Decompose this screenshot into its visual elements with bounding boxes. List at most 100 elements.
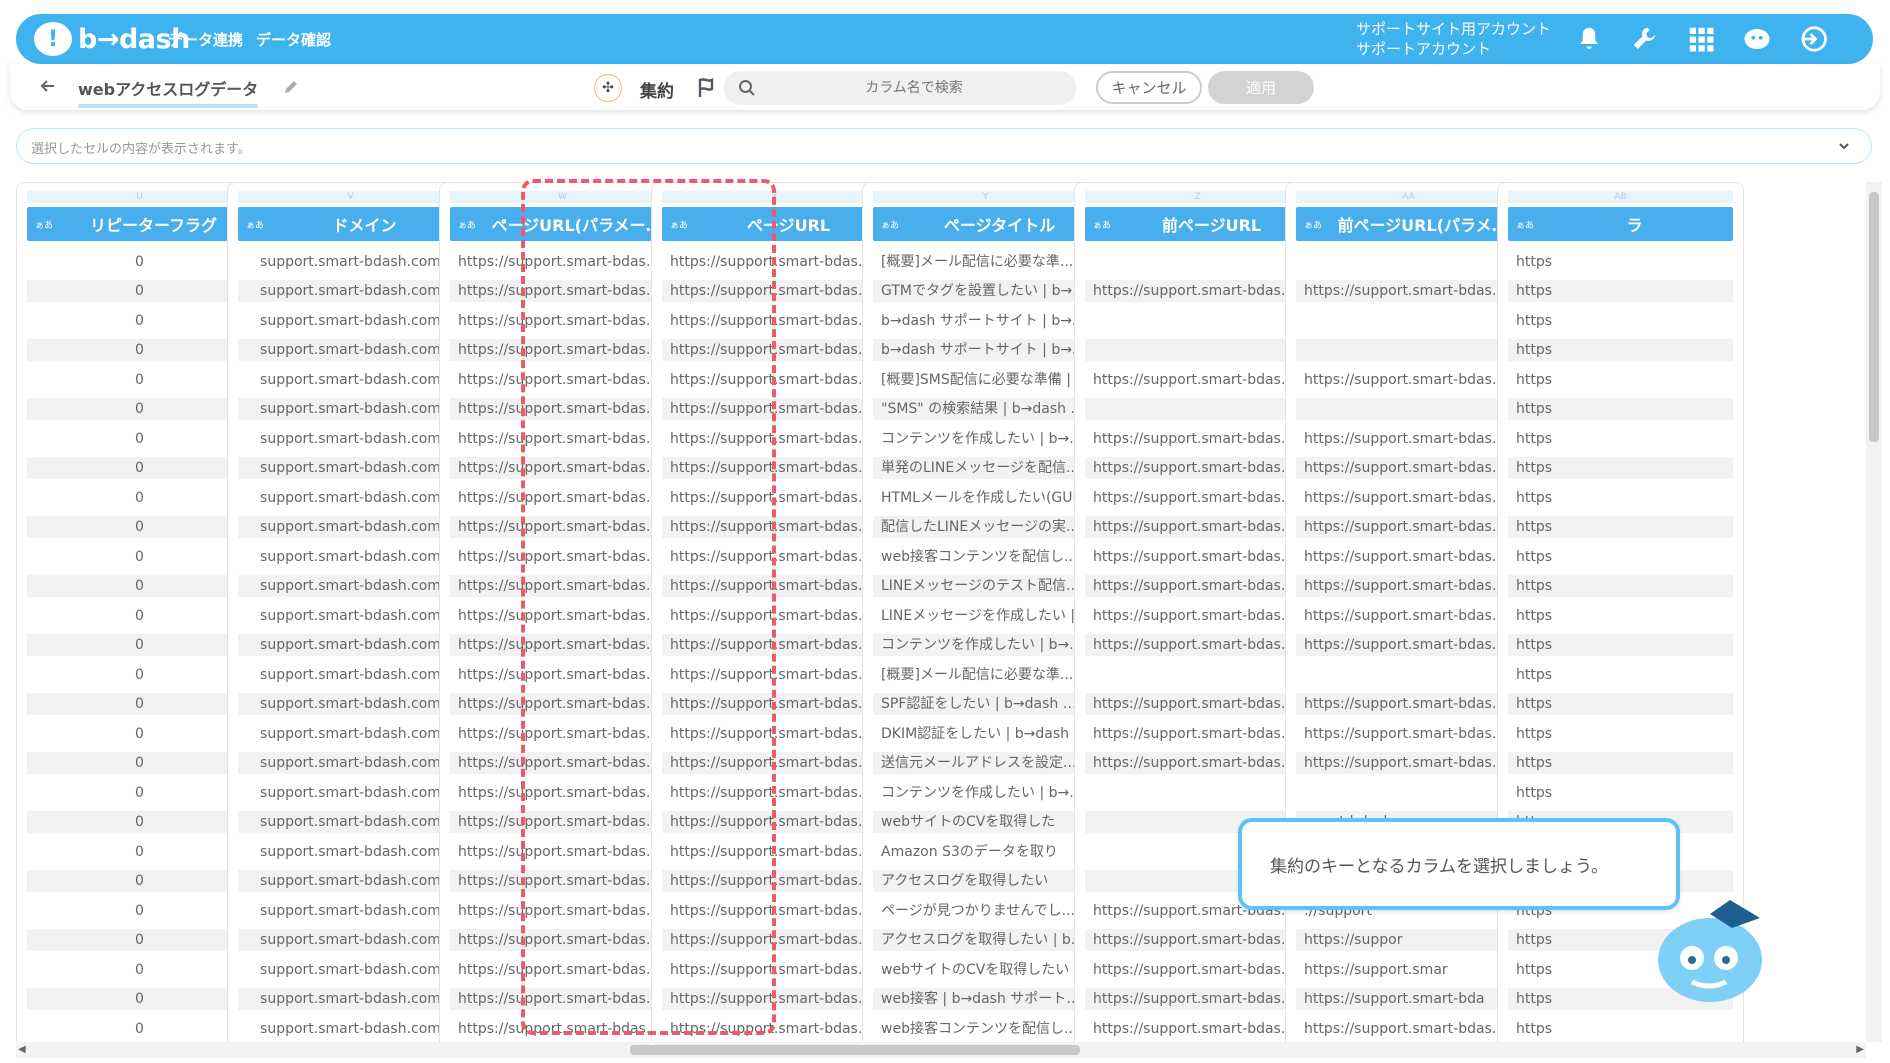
table-cell[interactable]: https://support.smart-bdash... [1085, 719, 1310, 749]
nav-data-check[interactable]: データ確認 [256, 29, 331, 50]
table-cell[interactable]: 0 [27, 1014, 252, 1042]
column-u[interactable]: U ぁあ リピーターフラグ 0 0 0 0 0 0 0 0 0 0 0 0 0 0 0 0 0 0 0 0 0 0 0 0 0 0 0 [16, 182, 263, 1042]
table-cell[interactable]: https://support.smart-bdash... [450, 336, 675, 366]
table-cell[interactable]: https://support.smart-bdash... [1085, 690, 1310, 720]
column-v[interactable]: V ぁあ ドメイン support.smart-bdash.com support.sm… [227, 182, 474, 1042]
table-cell[interactable] [1085, 395, 1310, 425]
table-cell[interactable]: 0 [27, 454, 252, 484]
search-input[interactable] [764, 71, 1064, 105]
column-aa[interactable]: AA ぁあ 前ページURL(パラメ… https://support.smart-bd… [1285, 182, 1532, 1042]
table-cell[interactable]: https://support.smart-bdash... [1296, 365, 1521, 395]
column-w[interactable]: W ぁあ ページURL(パラメー… https://support.smart-bda… [439, 182, 686, 1042]
table-cell[interactable]: 0 [27, 778, 252, 808]
table-cell[interactable]: 0 [27, 749, 252, 779]
vertical-scroll-thumb[interactable] [1869, 192, 1879, 442]
table-cell[interactable]: https://support.smart-bdash... [1296, 483, 1521, 513]
table-cell[interactable]: https://support.smart-bdash... [1296, 719, 1521, 749]
table-cell[interactable]: support.smart-bdash.com [238, 454, 463, 484]
table-cell[interactable]: https://support.smart-bdash... [450, 365, 675, 395]
table-cell[interactable]: https://support.smart-bdash... [1296, 572, 1521, 602]
table-cell[interactable] [1296, 247, 1521, 277]
table-cell[interactable]: https://support.smart-bdash... [450, 896, 675, 926]
table-cell[interactable]: https://support.smart-bdash... [662, 601, 887, 631]
table-cell[interactable]: https://support.smart-bdash... [1296, 277, 1521, 307]
table-cell[interactable]: https://support.smart-bdash... [662, 867, 887, 897]
table-cell[interactable]: コンテンツを作成したい | b→... [873, 778, 1098, 808]
table-cell[interactable]: https://support.smart-bdash... [662, 690, 887, 720]
table-cell[interactable]: アクセスログを取得したい [873, 867, 1098, 897]
table-cell[interactable]: webサイトのCVを取得した [873, 808, 1098, 838]
table-cell[interactable]: https://support.smart-bdash... [450, 778, 675, 808]
table-cell[interactable]: 配信したLINEメッセージの実... [873, 513, 1098, 543]
pencil-icon[interactable] [282, 78, 300, 96]
table-cell[interactable]: https [1508, 719, 1733, 749]
table-cell[interactable]: https://support.smart-bdash... [450, 454, 675, 484]
table-cell[interactable]: https://support.smart-bdash... [450, 601, 675, 631]
table-cell[interactable]: 0 [27, 631, 252, 661]
table-cell[interactable]: web接客コンテンツを配信し... [873, 1014, 1098, 1042]
table-cell[interactable]: 0 [27, 306, 252, 336]
table-cell[interactable]: https://support.smart-bdash... [662, 572, 887, 602]
table-cell[interactable]: https://support.smart-bdash... [450, 631, 675, 661]
logo[interactable]: ! b→dash [34, 22, 190, 56]
table-cell[interactable]: https [1508, 749, 1733, 779]
table-cell[interactable]: 0 [27, 601, 252, 631]
column-letter[interactable]: U [27, 191, 252, 203]
table-cell[interactable]: https://support.smart-bdash... [662, 306, 887, 336]
table-cell[interactable]: https://support.smart-bdash... [662, 749, 887, 779]
table-cell[interactable]: 0 [27, 690, 252, 720]
table-cell[interactable]: https://support.smart-bdash... [662, 719, 887, 749]
table-cell[interactable] [1085, 778, 1310, 808]
table-cell[interactable]: support.smart-bdash.com [238, 572, 463, 602]
table-cell[interactable]: https://support.smart-bdash... [662, 837, 887, 867]
column-header[interactable]: ぁあ 前ページURL [1085, 207, 1310, 241]
column-letter[interactable]: V [238, 191, 463, 203]
table-cell[interactable]: https://support.smart-bdash... [1296, 513, 1521, 543]
table-cell[interactable]: https://support.smart-bdash... [450, 424, 675, 454]
table-cell[interactable] [1085, 660, 1310, 690]
table-cell[interactable]: https://support.smart-bdash... [450, 306, 675, 336]
table-cell[interactable]: 0 [27, 660, 252, 690]
table-cell[interactable]: support.smart-bdash.com [238, 749, 463, 779]
table-cell[interactable]: https://support.smart-bdash... [662, 896, 887, 926]
table-cell[interactable]: https://support.smart-bdash... [662, 513, 887, 543]
column-header[interactable]: ぁあ ドメイン [238, 207, 463, 241]
table-cell[interactable]: https://support.smart-bdash... [450, 395, 675, 425]
table-cell[interactable]: https [1508, 336, 1733, 366]
column-header[interactable]: ぁあ リピーターフラグ [27, 207, 252, 241]
table-cell[interactable]: https://suppor [1296, 926, 1521, 956]
table-cell[interactable]: https [1508, 424, 1733, 454]
table-cell[interactable]: support.smart-bdash.com [238, 631, 463, 661]
table-cell[interactable]: LINEメッセージを作成したい |... [873, 601, 1098, 631]
table-cell[interactable]: https://support.smart-bdash... [662, 1014, 887, 1042]
table-cell[interactable]: https [1508, 572, 1733, 602]
table-cell[interactable]: LINEメッセージのテスト配信... [873, 572, 1098, 602]
table-cell[interactable]: https://support.smart-bdash... [450, 955, 675, 985]
table-cell[interactable]: https://support.smart-bdash... [1085, 572, 1310, 602]
table-cell[interactable]: support.smart-bdash.com [238, 306, 463, 336]
table-cell[interactable]: https://support.smart-bdash... [1296, 690, 1521, 720]
table-cell[interactable]: support.smart-bdash.com [238, 336, 463, 366]
table-cell[interactable]: support.smart-bdash.com [238, 365, 463, 395]
table-cell[interactable]: https://support.smart-bdash... [450, 1014, 675, 1042]
table-cell[interactable]: support.smart-bdash.com [238, 395, 463, 425]
table-cell[interactable]: 0 [27, 572, 252, 602]
table-cell[interactable]: https://support.smart-bdash... [1085, 513, 1310, 543]
table-cell[interactable]: https://support.smart-bdash... [450, 808, 675, 838]
table-cell[interactable]: 0 [27, 365, 252, 395]
table-cell[interactable]: SPF認証をしたい | b→dash サ... [873, 690, 1098, 720]
flag-icon[interactable] [696, 76, 716, 100]
table-cell[interactable]: https://support.smart-bdash... [450, 837, 675, 867]
table-cell[interactable]: support.smart-bdash.com [238, 808, 463, 838]
table-cell[interactable]: 0 [27, 955, 252, 985]
table-cell[interactable]: https://support.smart-bdash... [450, 719, 675, 749]
column-letter[interactable]: AA [1296, 191, 1521, 203]
table-cell[interactable]: https://support.smart-bdash... [1296, 631, 1521, 661]
table-cell[interactable]: https://support.smart-bdash... [1296, 424, 1521, 454]
table-cell[interactable]: support.smart-bdash.com [238, 424, 463, 454]
table-cell[interactable]: support.smart-bdash.com [238, 601, 463, 631]
table-cell[interactable]: 0 [27, 896, 252, 926]
table-cell[interactable]: https://support.smart-bdash... [1085, 365, 1310, 395]
column-x[interactable]: X ぁあ ページURL https://support.smart-bdash... h… [651, 182, 898, 1042]
table-cell[interactable]: 0 [27, 513, 252, 543]
